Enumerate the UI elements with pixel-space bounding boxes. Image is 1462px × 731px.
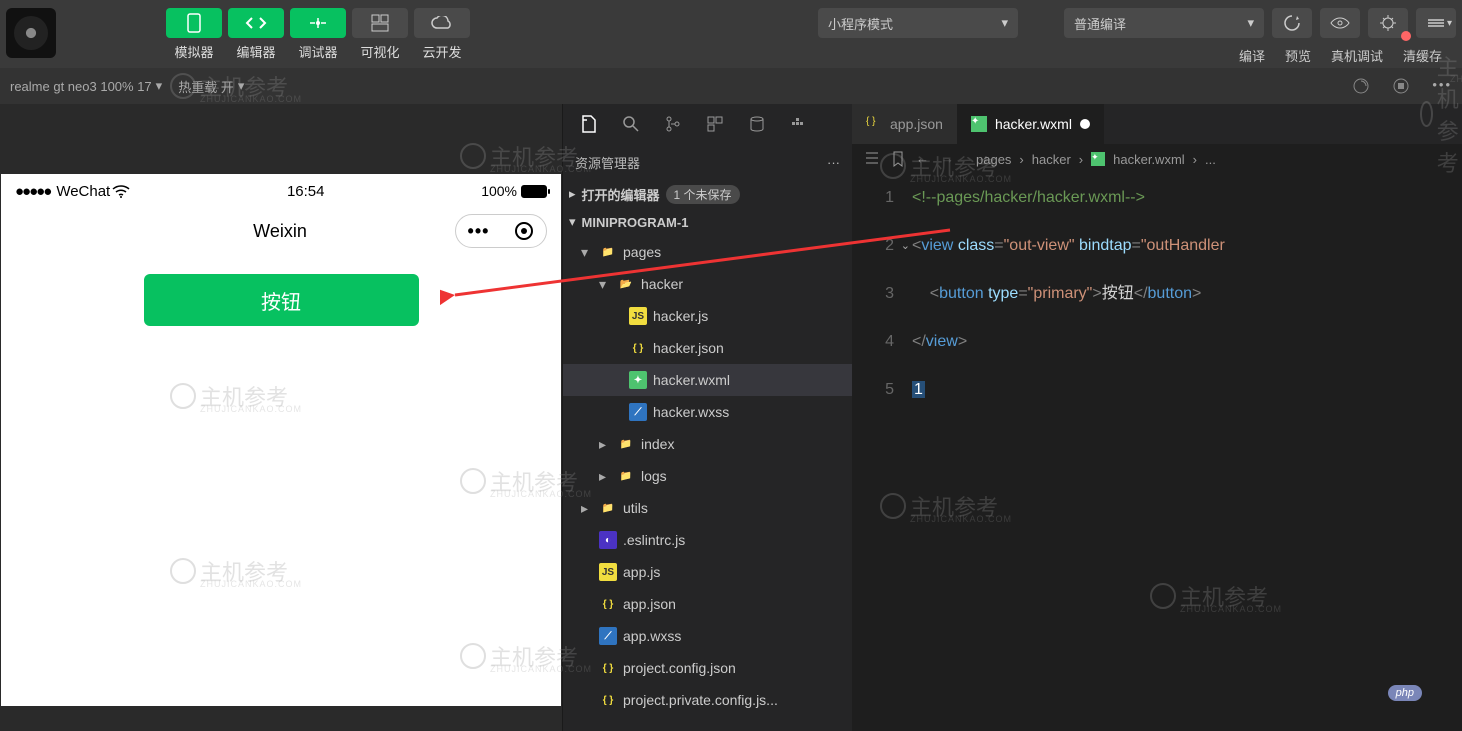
php-badge: php <box>1388 685 1422 701</box>
editor-tool[interactable]: 编辑器 <box>228 8 284 61</box>
bookmark-icon[interactable] <box>892 151 904 167</box>
grid-icon <box>352 8 408 38</box>
preview-button[interactable] <box>1320 8 1360 38</box>
mode-dropdown[interactable]: 小程序模式▾ <box>818 8 1018 38</box>
chevron-down-icon: ▾ <box>569 214 576 230</box>
file-hacker-js[interactable]: JShacker.js <box>563 300 852 332</box>
chevron-down-icon: ▾ <box>156 78 163 94</box>
search-icon[interactable] <box>613 106 649 142</box>
page-title: Weixin <box>105 221 455 242</box>
forward-icon[interactable]: → <box>941 151 954 167</box>
debugger-tool[interactable]: 调试器 <box>290 8 346 61</box>
primary-button[interactable]: 按钮 <box>144 274 419 326</box>
chevron-right-icon: ▸ <box>569 186 576 202</box>
battery-percent: 100% <box>481 183 517 199</box>
more-icon[interactable]: ••• <box>1432 77 1452 95</box>
sidebar: 资源管理器 ··· ▸ 打开的编辑器 1 个未保存 ▾ MINIPROGRAM-… <box>562 104 852 731</box>
folder-logs[interactable]: ▸📁logs <box>563 460 852 492</box>
file-project-private[interactable]: { }project.private.config.js... <box>563 684 852 716</box>
debug-icon <box>290 8 346 38</box>
target-icon[interactable] <box>501 222 546 240</box>
phone-icon <box>166 8 222 38</box>
project-section[interactable]: ▾ MINIPROGRAM-1 <box>563 208 852 236</box>
file-tree: ▾📁pages ▾📂hacker JShacker.js { }hacker.j… <box>563 236 852 716</box>
tab-app-json[interactable]: { }app.json <box>852 104 957 144</box>
remote-debug-button[interactable] <box>1368 8 1408 38</box>
simulator-tool[interactable]: 模拟器 <box>166 8 222 61</box>
code-editor: { }app.json ✦hacker.wxml ← → pages› hack… <box>852 104 1462 731</box>
more-icon[interactable]: ··· <box>827 155 840 170</box>
breadcrumb: ← → pages› hacker› ✦ hacker.wxml› ... <box>852 144 1462 174</box>
code-area[interactable]: 1<!--pages/hacker/hacker.wxml--> 2⌄<view… <box>852 174 1462 414</box>
cloud-icon <box>414 8 470 38</box>
device-select[interactable]: realme gt neo3 100% 17 ▾ <box>10 78 162 94</box>
cloud-tool[interactable]: 云开发 <box>414 8 470 61</box>
status-time: 16:54 <box>130 183 481 200</box>
fold-icon: ⌄ <box>901 222 910 270</box>
refresh-icon[interactable] <box>1352 77 1370 95</box>
top-toolbar: 模拟器 编辑器 调试器 可视化 云开发 小 <box>0 0 1462 68</box>
file-hacker-wxml[interactable]: ✦hacker.wxml <box>563 364 852 396</box>
file-hacker-wxss[interactable]: ⟋hacker.wxss <box>563 396 852 428</box>
folder-hacker[interactable]: ▾📂hacker <box>563 268 852 300</box>
code-icon <box>228 8 284 38</box>
file-eslintrc[interactable]: ◐.eslintrc.js <box>563 524 852 556</box>
database-icon[interactable] <box>739 106 775 142</box>
clear-cache-button[interactable]: ▾ <box>1416 8 1456 38</box>
chevron-down-icon: ▾ <box>1247 15 1254 31</box>
battery-icon <box>521 185 547 198</box>
simulator-subbar: realme gt neo3 100% 17 ▾ 热重载 开 ▾ ••• <box>0 68 1462 104</box>
folder-index[interactable]: ▸📁index <box>563 428 852 460</box>
tab-hacker-wxml[interactable]: ✦hacker.wxml <box>957 104 1104 144</box>
wifi-icon <box>112 185 130 198</box>
status-bar: ●●●●● WeChat 16:54 100% <box>1 174 561 208</box>
activity-bar <box>563 104 852 144</box>
modified-dot-icon <box>1080 119 1090 129</box>
explorer-icon[interactable] <box>571 106 607 142</box>
compile-dropdown[interactable]: 普通编译▾ <box>1064 8 1264 38</box>
file-app-json[interactable]: { }app.json <box>563 588 852 620</box>
tool-group: 模拟器 编辑器 调试器 可视化 云开发 <box>166 8 470 61</box>
nav-bar: Weixin ••• <box>1 208 561 254</box>
phone-simulator: ●●●●● WeChat 16:54 100% Weixin ••• 按钮 <box>1 174 561 706</box>
page-body: 按钮 <box>1 254 561 346</box>
hot-reload-toggle[interactable]: 热重载 开 ▾ <box>178 77 244 96</box>
back-icon[interactable]: ← <box>916 151 929 167</box>
docker-icon[interactable] <box>781 106 817 142</box>
extensions-icon[interactable] <box>697 106 733 142</box>
file-app-wxss[interactable]: ⟋app.wxss <box>563 620 852 652</box>
unsaved-badge: 1 个未保存 <box>666 185 740 204</box>
git-icon[interactable] <box>655 106 691 142</box>
file-hacker-json[interactable]: { }hacker.json <box>563 332 852 364</box>
more-icon[interactable]: ••• <box>456 221 501 242</box>
folder-pages[interactable]: ▾📁pages <box>563 236 852 268</box>
file-app-js[interactable]: JSapp.js <box>563 556 852 588</box>
chevron-down-icon: ▾ <box>1001 15 1008 31</box>
simulator-panel: ●●●●● WeChat 16:54 100% Weixin ••• 按钮 <box>0 104 562 731</box>
top-right-labels: 编译 预览 真机调试 清缓存 <box>1239 46 1442 65</box>
explorer-header: 资源管理器 ··· <box>563 144 852 180</box>
open-editors-section[interactable]: ▸ 打开的编辑器 1 个未保存 <box>563 180 852 208</box>
file-project-config[interactable]: { }project.config.json <box>563 652 852 684</box>
signal-icon: ●●●●● <box>15 183 50 200</box>
top-right-tools: 小程序模式▾ 普通编译▾ ▾ <box>818 8 1456 38</box>
editor-tabs: { }app.json ✦hacker.wxml <box>852 104 1462 144</box>
stop-icon[interactable] <box>1392 77 1410 95</box>
chevron-down-icon: ▾ <box>238 78 245 94</box>
list-icon[interactable] <box>864 151 880 167</box>
app-logo <box>6 8 56 58</box>
folder-utils[interactable]: ▸📁utils <box>563 492 852 524</box>
compile-button[interactable] <box>1272 8 1312 38</box>
visualize-tool[interactable]: 可视化 <box>352 8 408 61</box>
capsule-button[interactable]: ••• <box>455 214 547 248</box>
